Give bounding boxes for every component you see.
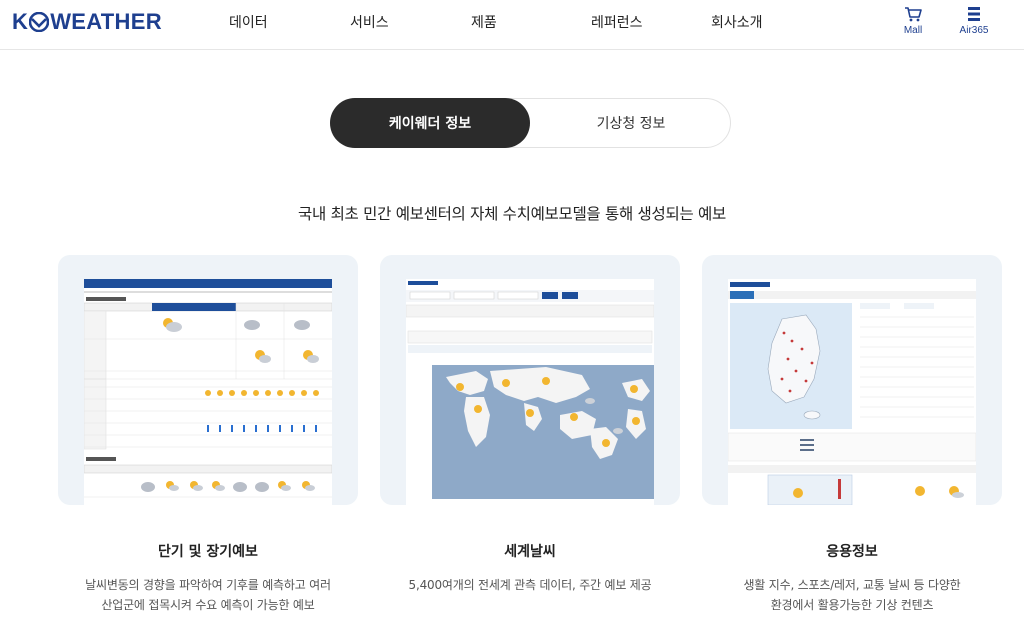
card-title-forecast: 단기 및 장기예보: [158, 544, 258, 560]
info-source-tabs: 케이웨더 정보 기상청 정보: [330, 98, 731, 148]
applied-info-screenshot: [728, 279, 976, 505]
card-title-world-weather: 세계날씨: [504, 544, 556, 560]
tab-kma-info[interactable]: 기상청 정보: [531, 98, 731, 148]
nav-service[interactable]: 서비스: [350, 12, 389, 32]
card-world-weather[interactable]: [380, 255, 680, 505]
logo-letters-weather: WEATHER: [50, 9, 162, 34]
nav-products[interactable]: 제품: [471, 12, 497, 32]
korea-map-image: [728, 279, 976, 505]
card-desc-applied-info: 생활 지수, 스포츠/레저, 교통 날씨 등 다양한 환경에서 활용가능한 기상…: [702, 575, 1002, 615]
card-desc-world-weather: 5,400여개의 전세계 관측 데이터, 주간 예보 제공: [380, 575, 680, 595]
logo-letter-k: K: [12, 9, 29, 34]
mall-label: Mall: [903, 25, 923, 36]
world-weather-screenshot: [406, 279, 654, 505]
forecast-table-screenshot: [84, 279, 332, 505]
tab-kweather-info[interactable]: 케이웨더 정보: [330, 98, 530, 148]
card-desc-forecast: 날씨변동의 경향을 파악하여 기후를 예측하고 여러 산업군에 접목시켜 수요 …: [58, 575, 358, 615]
nav-company[interactable]: 회사소개: [711, 12, 763, 32]
air365-label: Air365: [959, 25, 989, 36]
site-header: K WEATHER 데이터 서비스 제품 레퍼런스 회사소개 Mall Air3…: [0, 0, 1024, 50]
cart-icon: [905, 7, 922, 22]
card-desc-forecast-line2: 산업군에 접목시켜 수요 예측이 가능한 예보: [101, 598, 315, 612]
card-desc-applied-line2: 환경에서 활용가능한 기상 컨텐츠: [770, 598, 934, 612]
card-desc-applied-line1: 생활 지수, 스포츠/레저, 교통 날씨 등 다양한: [743, 578, 961, 592]
forecast-table-image: [84, 279, 332, 498]
card-applied-info[interactable]: [702, 255, 1002, 505]
card-desc-forecast-line1: 날씨변동의 경향을 파악하여 기후를 예측하고 여러: [85, 578, 331, 592]
mall-link[interactable]: Mall: [893, 6, 933, 36]
logo-globe-icon: [29, 12, 50, 32]
card-title-applied-info: 응용정보: [826, 544, 878, 560]
card-desc-world-line1: 5,400여개의 전세계 관측 데이터, 주간 예보 제공: [408, 578, 652, 592]
air365-icon: [968, 7, 980, 21]
kweather-logo[interactable]: K WEATHER: [12, 9, 162, 34]
card-short-long-forecast[interactable]: [58, 255, 358, 505]
nav-references[interactable]: 레퍼런스: [591, 12, 643, 32]
air365-link[interactable]: Air365: [954, 6, 994, 36]
section-headline: 국내 최초 민간 예보센터의 자체 수치예보모델을 통해 생성되는 예보: [298, 205, 726, 223]
world-map-image: [406, 279, 654, 505]
nav-data[interactable]: 데이터: [229, 12, 268, 32]
